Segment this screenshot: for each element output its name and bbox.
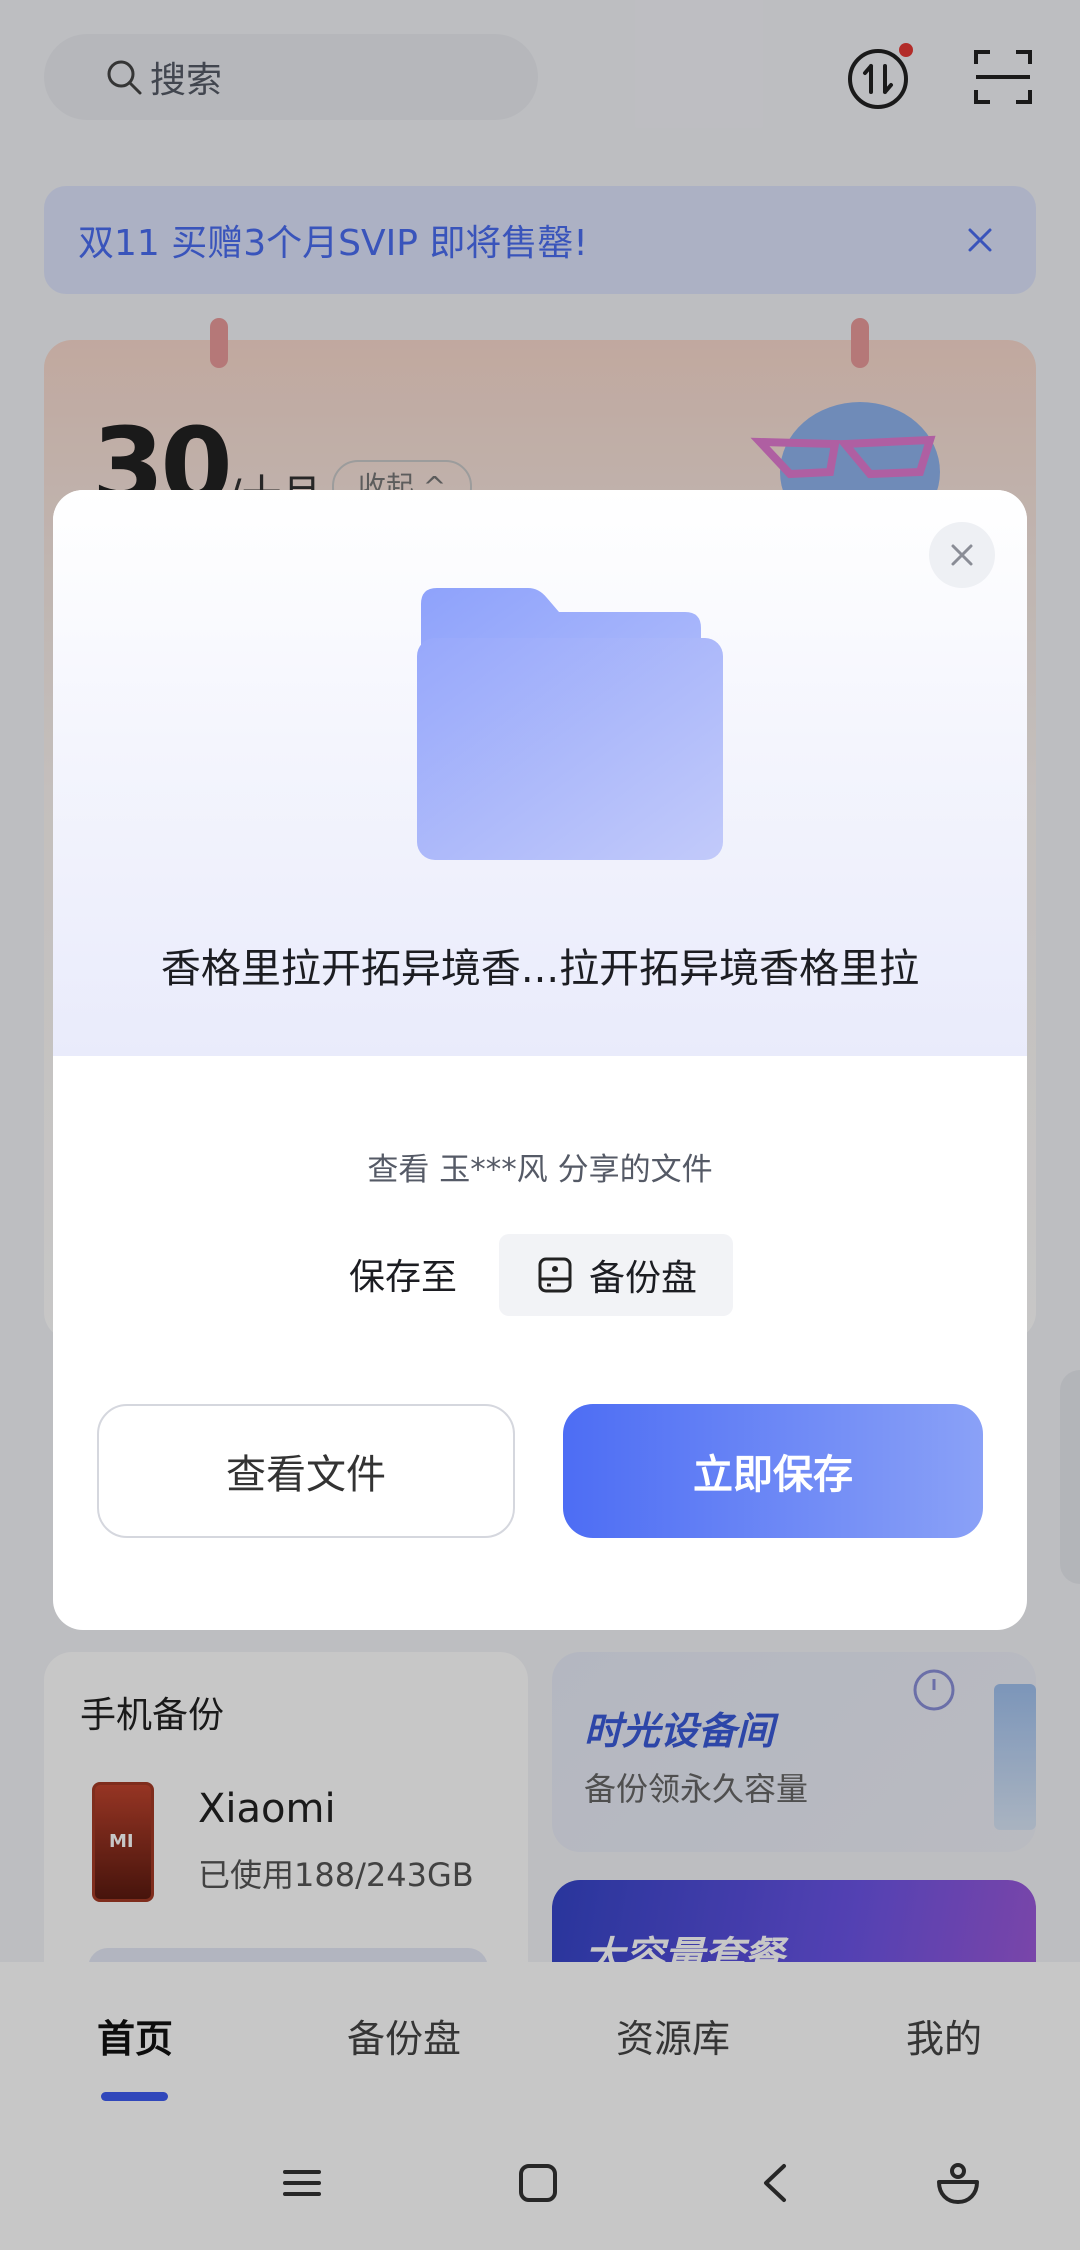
shared-file-name: 香格里拉开拓异境香...拉开拓异境香格里拉 <box>160 946 920 992</box>
share-save-dialog: 香格里拉开拓异境香...拉开拓异境香格里拉 查看 玉***风 分享的文件 保存至… <box>53 490 1027 1630</box>
save-destination-label: 备份盘 <box>589 1258 698 1299</box>
dialog-close-button[interactable] <box>929 522 995 588</box>
close-icon <box>951 544 973 566</box>
save-to-label: 保存至 <box>349 1257 458 1298</box>
disk-icon <box>538 1257 572 1293</box>
save-now-button[interactable]: 立即保存 <box>563 1404 983 1538</box>
save-destination-selector[interactable]: 备份盘 <box>499 1234 733 1316</box>
folder-icon <box>417 588 723 860</box>
share-info-text: 查看 玉***风 分享的文件 <box>367 1152 713 1188</box>
view-files-button[interactable]: 查看文件 <box>97 1404 515 1538</box>
